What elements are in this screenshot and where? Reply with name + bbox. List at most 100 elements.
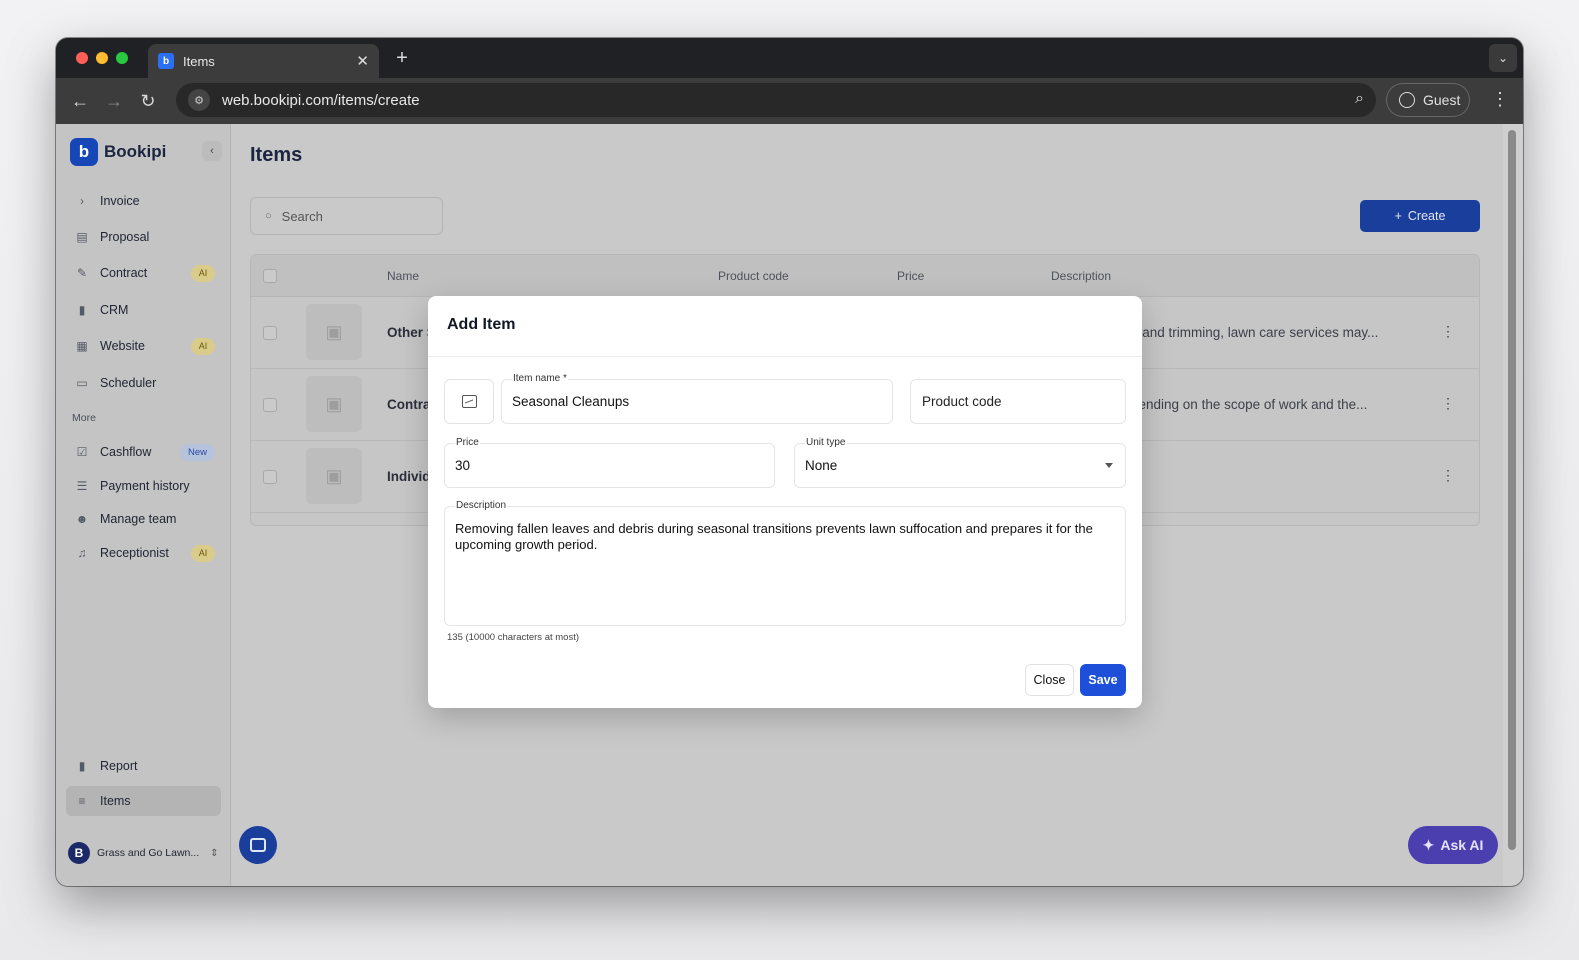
- tab-close-icon[interactable]: ✕: [356, 52, 369, 70]
- image-icon: [461, 395, 477, 408]
- workspace-switcher[interactable]: B Grass and Go Lawn... ⇕: [68, 842, 219, 864]
- row-checkbox[interactable]: [263, 398, 277, 412]
- sidebar-item-contract[interactable]: ✎ Contract AI: [66, 258, 221, 288]
- minimize-window-button[interactable]: [96, 52, 108, 64]
- add-item-dialog: Add Item Item name * Seasonal Cleanups P…: [428, 296, 1142, 708]
- sidebar-item-label: Scheduler: [100, 376, 157, 390]
- maximize-window-button[interactable]: [116, 52, 128, 64]
- description-field[interactable]: Description Removing fallen leaves and d…: [444, 500, 1126, 626]
- chat-support-button[interactable]: [239, 826, 277, 864]
- profile-button[interactable]: Guest: [1386, 83, 1470, 117]
- sidebar-item-scheduler[interactable]: ▭ Scheduler: [66, 368, 221, 398]
- save-button[interactable]: Save: [1080, 664, 1126, 696]
- profile-avatar-icon: [1399, 92, 1415, 108]
- ask-ai-button[interactable]: ✦ Ask AI: [1408, 826, 1498, 864]
- image-placeholder-icon: ▣: [306, 448, 362, 504]
- sidebar-item-label: Payment history: [100, 479, 190, 493]
- sidebar-item-report[interactable]: ▮ Report: [66, 751, 221, 781]
- create-button[interactable]: + Create: [1360, 200, 1480, 232]
- items-icon: ≡: [78, 794, 86, 808]
- column-header-description[interactable]: Description: [1051, 269, 1111, 283]
- column-header-price[interactable]: Price: [897, 269, 924, 283]
- price-value[interactable]: 30: [455, 458, 470, 473]
- sidebar-item-label: CRM: [100, 303, 129, 317]
- contract-icon: ✎: [76, 266, 88, 280]
- browser-menu-icon[interactable]: ⋮: [1491, 89, 1509, 110]
- chat-icon: [250, 838, 266, 852]
- row-checkbox[interactable]: [263, 470, 277, 484]
- item-name-field[interactable]: Item name * Seasonal Cleanups: [501, 373, 893, 424]
- divider: [428, 356, 1142, 357]
- row-more-icon[interactable]: ⋮: [1441, 467, 1455, 484]
- sidebar-item-receptionist[interactable]: ♫ Receptionist AI: [66, 538, 221, 568]
- address-bar[interactable]: ⚙ web.bookipi.com/items/create ⌕: [176, 83, 1376, 117]
- dialog-title: Add Item: [447, 316, 516, 333]
- product-code-placeholder[interactable]: Product code: [922, 394, 1002, 409]
- brand-name: Bookipi: [104, 142, 167, 161]
- unit-type-value[interactable]: None: [805, 458, 837, 473]
- browser-tab[interactable]: b Items ✕: [148, 44, 379, 78]
- sidebar-item-manage-team[interactable]: ☻ Manage team: [66, 504, 221, 534]
- row-description: g and trimming, lawn care services may..…: [1131, 325, 1379, 340]
- back-arrow-icon[interactable]: ←: [68, 89, 92, 113]
- close-button[interactable]: Close: [1025, 664, 1074, 696]
- sidebar-item-label: Report: [100, 759, 138, 773]
- sidebar-item-items[interactable]: ≡ Items: [66, 786, 221, 816]
- page-title: Items: [250, 144, 303, 166]
- sidebar-item-label: Contract: [100, 266, 148, 280]
- image-upload-button[interactable]: [444, 379, 494, 424]
- item-name-label: Item name *: [512, 373, 568, 384]
- column-header-product-code[interactable]: Product code: [718, 269, 789, 283]
- new-tab-icon[interactable]: +: [390, 46, 414, 70]
- ask-ai-label: Ask AI: [1440, 837, 1484, 853]
- zoom-icon[interactable]: ⌕: [1355, 90, 1364, 108]
- price-label: Price: [455, 437, 480, 448]
- item-name-value[interactable]: Seasonal Cleanups: [512, 394, 629, 409]
- search-input[interactable]: ○ Search: [250, 197, 443, 235]
- sidebar-item-proposal[interactable]: ▤ Proposal: [66, 222, 221, 252]
- reload-icon[interactable]: ↻: [136, 89, 160, 113]
- sidebar-item-label: Manage team: [100, 512, 177, 526]
- browser-toolbar: ← → ↻ ⚙ web.bookipi.com/items/create ⌕ G…: [56, 78, 1523, 124]
- sidebar-item-cashflow[interactable]: ☑ Cashflow New: [66, 437, 221, 467]
- page-scrollbar[interactable]: [1503, 124, 1523, 886]
- plus-icon: +: [1394, 209, 1402, 223]
- tab-search-chevron-icon[interactable]: ⌄: [1489, 44, 1517, 72]
- chevron-right-icon: ›: [80, 194, 84, 208]
- row-description: pending on the scope of work and the...: [1131, 397, 1368, 412]
- sidebar-item-invoice[interactable]: › Invoice: [66, 186, 221, 216]
- sidebar-item-website[interactable]: ▦ Website AI: [66, 331, 221, 361]
- select-all-checkbox[interactable]: [263, 269, 277, 283]
- scheduler-icon: ▭: [76, 376, 88, 390]
- url-text[interactable]: web.bookipi.com/items/create: [222, 92, 420, 109]
- close-window-button[interactable]: [76, 52, 88, 64]
- character-count: 135 (10000 characters at most): [447, 632, 580, 643]
- tab-title: Items: [183, 53, 215, 69]
- team-icon: ☻: [75, 512, 89, 526]
- sidebar-item-label: Invoice: [100, 194, 140, 208]
- collapse-sidebar-button[interactable]: ‹: [202, 141, 222, 161]
- new-badge: New: [179, 443, 215, 461]
- sidebar-item-crm[interactable]: ▮ CRM: [66, 295, 221, 325]
- row-more-icon[interactable]: ⋮: [1441, 323, 1455, 340]
- product-code-field[interactable]: Product code: [910, 379, 1126, 424]
- sidebar-item-label: Website: [100, 339, 145, 353]
- brand[interactable]: b Bookipi: [70, 138, 166, 166]
- search-placeholder: Search: [281, 208, 323, 224]
- description-text[interactable]: Removing fallen leaves and debris during…: [455, 521, 1125, 553]
- site-settings-icon[interactable]: ⚙: [188, 89, 210, 111]
- create-label: Create: [1407, 209, 1446, 223]
- column-header-name[interactable]: Name: [387, 269, 419, 283]
- row-more-icon[interactable]: ⋮: [1441, 395, 1455, 412]
- row-checkbox[interactable]: [263, 326, 277, 340]
- proposal-icon: ▤: [76, 230, 88, 244]
- sidebar-item-payment-history[interactable]: ☰ Payment history: [66, 471, 221, 501]
- dropdown-caret-icon[interactable]: [1105, 463, 1113, 468]
- price-field[interactable]: Price 30: [444, 437, 775, 488]
- forward-arrow-icon[interactable]: →: [102, 89, 126, 113]
- unit-type-select[interactable]: Unit type None: [794, 437, 1126, 488]
- bookipi-favicon-icon: b: [158, 53, 174, 69]
- scrollbar-thumb[interactable]: [1508, 130, 1516, 850]
- profile-label: Guest: [1423, 92, 1461, 108]
- unit-type-label: Unit type: [805, 437, 847, 448]
